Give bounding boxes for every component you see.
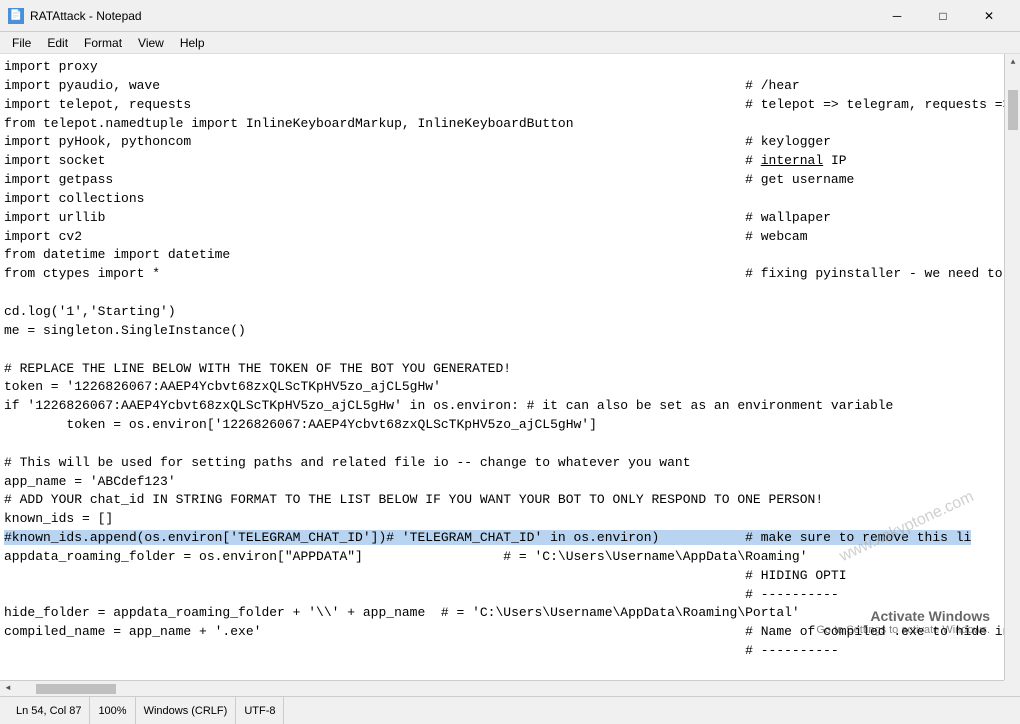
scroll-left-arrow[interactable]: ◄: [0, 681, 16, 697]
editor[interactable]: import proxy import pyaudio, wave # /hea…: [0, 54, 1020, 696]
titlebar-left: 📄 RATAttack - Notepad: [8, 8, 142, 24]
scroll-up-arrow[interactable]: ▲: [1005, 54, 1020, 70]
minimize-button[interactable]: ─: [874, 0, 920, 32]
menu-help[interactable]: Help: [172, 34, 213, 52]
menu-file[interactable]: File: [4, 34, 39, 52]
status-encoding: UTF-8: [236, 697, 284, 724]
maximize-button[interactable]: □: [920, 0, 966, 32]
vertical-scrollbar[interactable]: ▲: [1004, 54, 1020, 680]
scroll-corner: [1004, 680, 1020, 696]
statusbar: Ln 54, Col 87 100% Windows (CRLF) UTF-8: [0, 696, 1020, 724]
status-zoom: 100%: [90, 697, 135, 724]
close-button[interactable]: ✕: [966, 0, 1012, 32]
titlebar-controls: ─ □ ✕: [874, 0, 1012, 32]
menu-format[interactable]: Format: [76, 34, 130, 52]
status-position: Ln 54, Col 87: [8, 697, 90, 724]
titlebar: 📄 RATAttack - Notepad ─ □ ✕: [0, 0, 1020, 32]
menubar: File Edit Format View Help: [0, 32, 1020, 54]
menu-view[interactable]: View: [130, 34, 172, 52]
scroll-thumb-horizontal[interactable]: [36, 684, 116, 694]
scroll-thumb-vertical[interactable]: [1008, 90, 1018, 130]
notepad-icon: 📄: [8, 8, 24, 24]
status-line-ending: Windows (CRLF): [136, 697, 237, 724]
code-content: import proxy import pyaudio, wave # /hea…: [4, 58, 1016, 692]
titlebar-title: RATAttack - Notepad: [30, 9, 142, 23]
menu-edit[interactable]: Edit: [39, 34, 76, 52]
horizontal-scrollbar[interactable]: ◄: [0, 680, 1004, 696]
